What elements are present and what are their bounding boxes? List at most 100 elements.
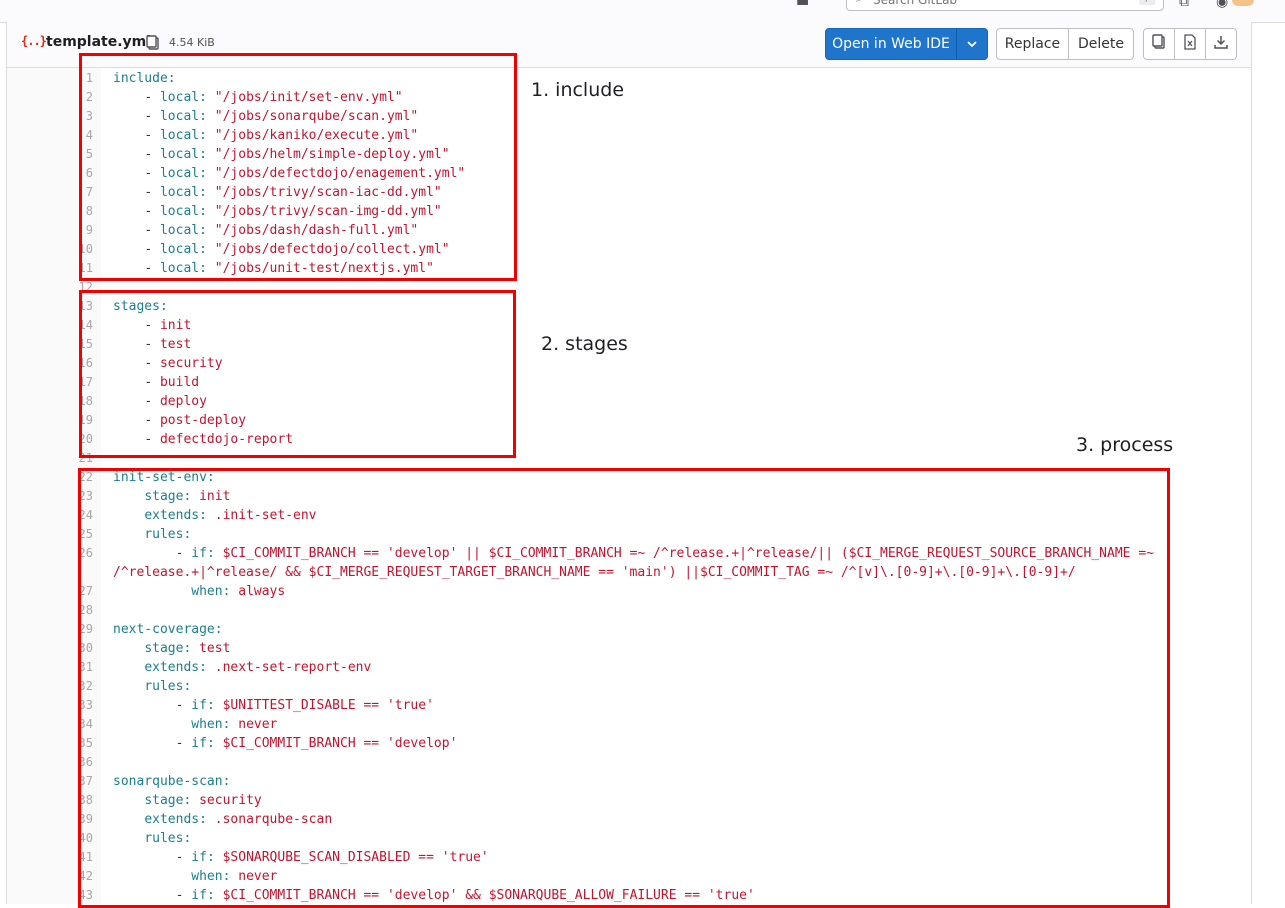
line-number[interactable]: 18 (7, 392, 93, 411)
download-button[interactable] (1205, 28, 1237, 60)
yaml-value: test (199, 641, 231, 656)
line-number[interactable]: 41 (7, 848, 93, 867)
open-raw-button[interactable] (1174, 28, 1206, 60)
annotation-label-process: 3. process (1076, 434, 1174, 456)
line-number[interactable]: 2 (7, 88, 93, 107)
line-number[interactable]: 17 (7, 373, 93, 392)
line-number[interactable]: 14 (7, 316, 93, 335)
code-text: when: never (113, 867, 277, 886)
code-line: 26 - if: $CI_COMMIT_BRANCH == 'develop' … (7, 544, 1251, 563)
yaml-value: always (238, 584, 286, 599)
line-number[interactable]: 28 (7, 601, 93, 620)
line-number[interactable]: 10 (7, 240, 93, 259)
line-number[interactable]: 24 (7, 506, 93, 525)
line-number[interactable]: 21 (7, 449, 93, 468)
line-number[interactable]: 12 (7, 278, 93, 297)
line-number[interactable]: 9 (7, 221, 93, 240)
yaml-separator: : (222, 584, 239, 599)
line-number[interactable]: 36 (7, 753, 93, 772)
line-number[interactable]: 4 (7, 126, 93, 145)
yaml-separator: : (199, 261, 215, 276)
code-text: extends: .sonarqube-scan (113, 810, 332, 829)
line-number[interactable]: 8 (7, 202, 93, 221)
file-header: {..} template.yml 4.54 KiB Open in Web I… (6, 22, 1252, 68)
open-web-ide-button[interactable]: Open in Web IDE (825, 28, 957, 60)
yaml-separator: : (206, 736, 223, 751)
line-number[interactable]: 16 (7, 354, 93, 373)
line-number[interactable]: 19 (7, 411, 93, 430)
list-dash: - (144, 128, 160, 143)
yaml-key: include (113, 71, 168, 86)
replace-button[interactable]: Replace (996, 28, 1069, 60)
line-number[interactable]: 13 (7, 297, 93, 316)
line-number[interactable]: 5 (7, 145, 93, 164)
code-text: - init (113, 316, 191, 335)
line-number[interactable]: 39 (7, 810, 93, 829)
web-ide-options-dropdown[interactable] (956, 28, 988, 60)
line-number[interactable]: 20 (7, 430, 93, 449)
line-number[interactable]: 25 (7, 525, 93, 544)
code-text: rules: (113, 677, 191, 696)
code-line: 32 rules: (7, 677, 1251, 696)
yaml-key: next-coverage (113, 622, 215, 637)
issues-count-badge (1232, 0, 1254, 6)
line-number[interactable]: 34 (7, 715, 93, 734)
line-number[interactable]: 35 (7, 734, 93, 753)
search-box[interactable]: ⌕ / (846, 0, 1164, 11)
delete-button[interactable]: Delete (1068, 28, 1134, 60)
search-input[interactable] (873, 0, 1133, 9)
code-line: 14 - init (7, 316, 1251, 335)
code-line: 36 (7, 753, 1251, 772)
issues-icon[interactable]: ◉ (1216, 0, 1228, 10)
download-icon (1214, 35, 1228, 53)
line-number[interactable]: 32 (7, 677, 93, 696)
line-number[interactable]: 1 (7, 69, 93, 88)
code-text: - if: $SONARQUBE_SCAN_DISABLED == 'true' (113, 848, 489, 867)
line-number[interactable]: 38 (7, 791, 93, 810)
code-text: extends: .next-set-report-env (113, 658, 371, 677)
code-line: 21 (7, 449, 1251, 468)
line-number[interactable]: 23 (7, 487, 93, 506)
yaml-value: .sonarqube-scan (214, 812, 333, 827)
code-text: - test (113, 335, 191, 354)
yaml-key: local (159, 185, 200, 200)
yaml-key: if (191, 888, 207, 903)
yaml-separator: : (167, 71, 176, 86)
code-line: 33 - if: $UNITTEST_DISABLE == 'true' (7, 696, 1251, 715)
copy-contents-button[interactable] (1143, 28, 1175, 60)
line-number[interactable]: 42 (7, 867, 93, 886)
line-number[interactable]: 31 (7, 658, 93, 677)
code-line: 1 include: (7, 69, 1251, 88)
code-line: 19 - post-deploy (7, 411, 1251, 430)
line-number[interactable]: 37 (7, 772, 93, 791)
line-number[interactable]: 11 (7, 259, 93, 278)
yaml-key: rules (144, 679, 184, 694)
copy-file-path-icon[interactable] (146, 35, 160, 51)
file-raw-icon (1184, 34, 1196, 54)
code-text: - if: $CI_COMMIT_BRANCH == 'develop' && … (113, 886, 755, 905)
line-number[interactable]: 22 (7, 468, 93, 487)
code-text: - if: $CI_COMMIT_BRANCH == 'develop' || … (113, 544, 1154, 563)
line-number[interactable]: 30 (7, 639, 93, 658)
line-number[interactable]: 43 (7, 886, 93, 905)
code-line: 6 - local: "/jobs/defectdojo/enagement.y… (7, 164, 1251, 183)
line-number[interactable]: 29 (7, 620, 93, 639)
line-number[interactable]: 15 (7, 335, 93, 354)
code-text: - local: "/jobs/kaniko/execute.yml" (113, 126, 418, 145)
line-number[interactable]: 33 (7, 696, 93, 715)
yaml-separator: : (199, 128, 215, 143)
line-number[interactable]: 40 (7, 829, 93, 848)
line-number[interactable]: 3 (7, 107, 93, 126)
yaml-value: "/jobs/trivy/scan-img-dd.yml" (214, 204, 442, 219)
yaml-value: "/jobs/dash/dash-full.yml" (214, 223, 419, 238)
line-number[interactable]: 27 (7, 582, 93, 601)
sidebar-toggle-icon[interactable]: ▬ (796, 0, 809, 10)
line-number[interactable]: 26 (7, 544, 93, 563)
code-line: /^release.+|^release/ && $CI_MERGE_REQUE… (7, 563, 1251, 582)
yaml-value: "/jobs/defectdojo/collect.yml" (214, 242, 450, 257)
code-line: 17 - build (7, 373, 1251, 392)
line-number[interactable]: 7 (7, 183, 93, 202)
line-number[interactable]: 6 (7, 164, 93, 183)
merge-requests-icon[interactable]: ⧉ (1179, 0, 1189, 10)
code-text: rules: (113, 525, 191, 544)
